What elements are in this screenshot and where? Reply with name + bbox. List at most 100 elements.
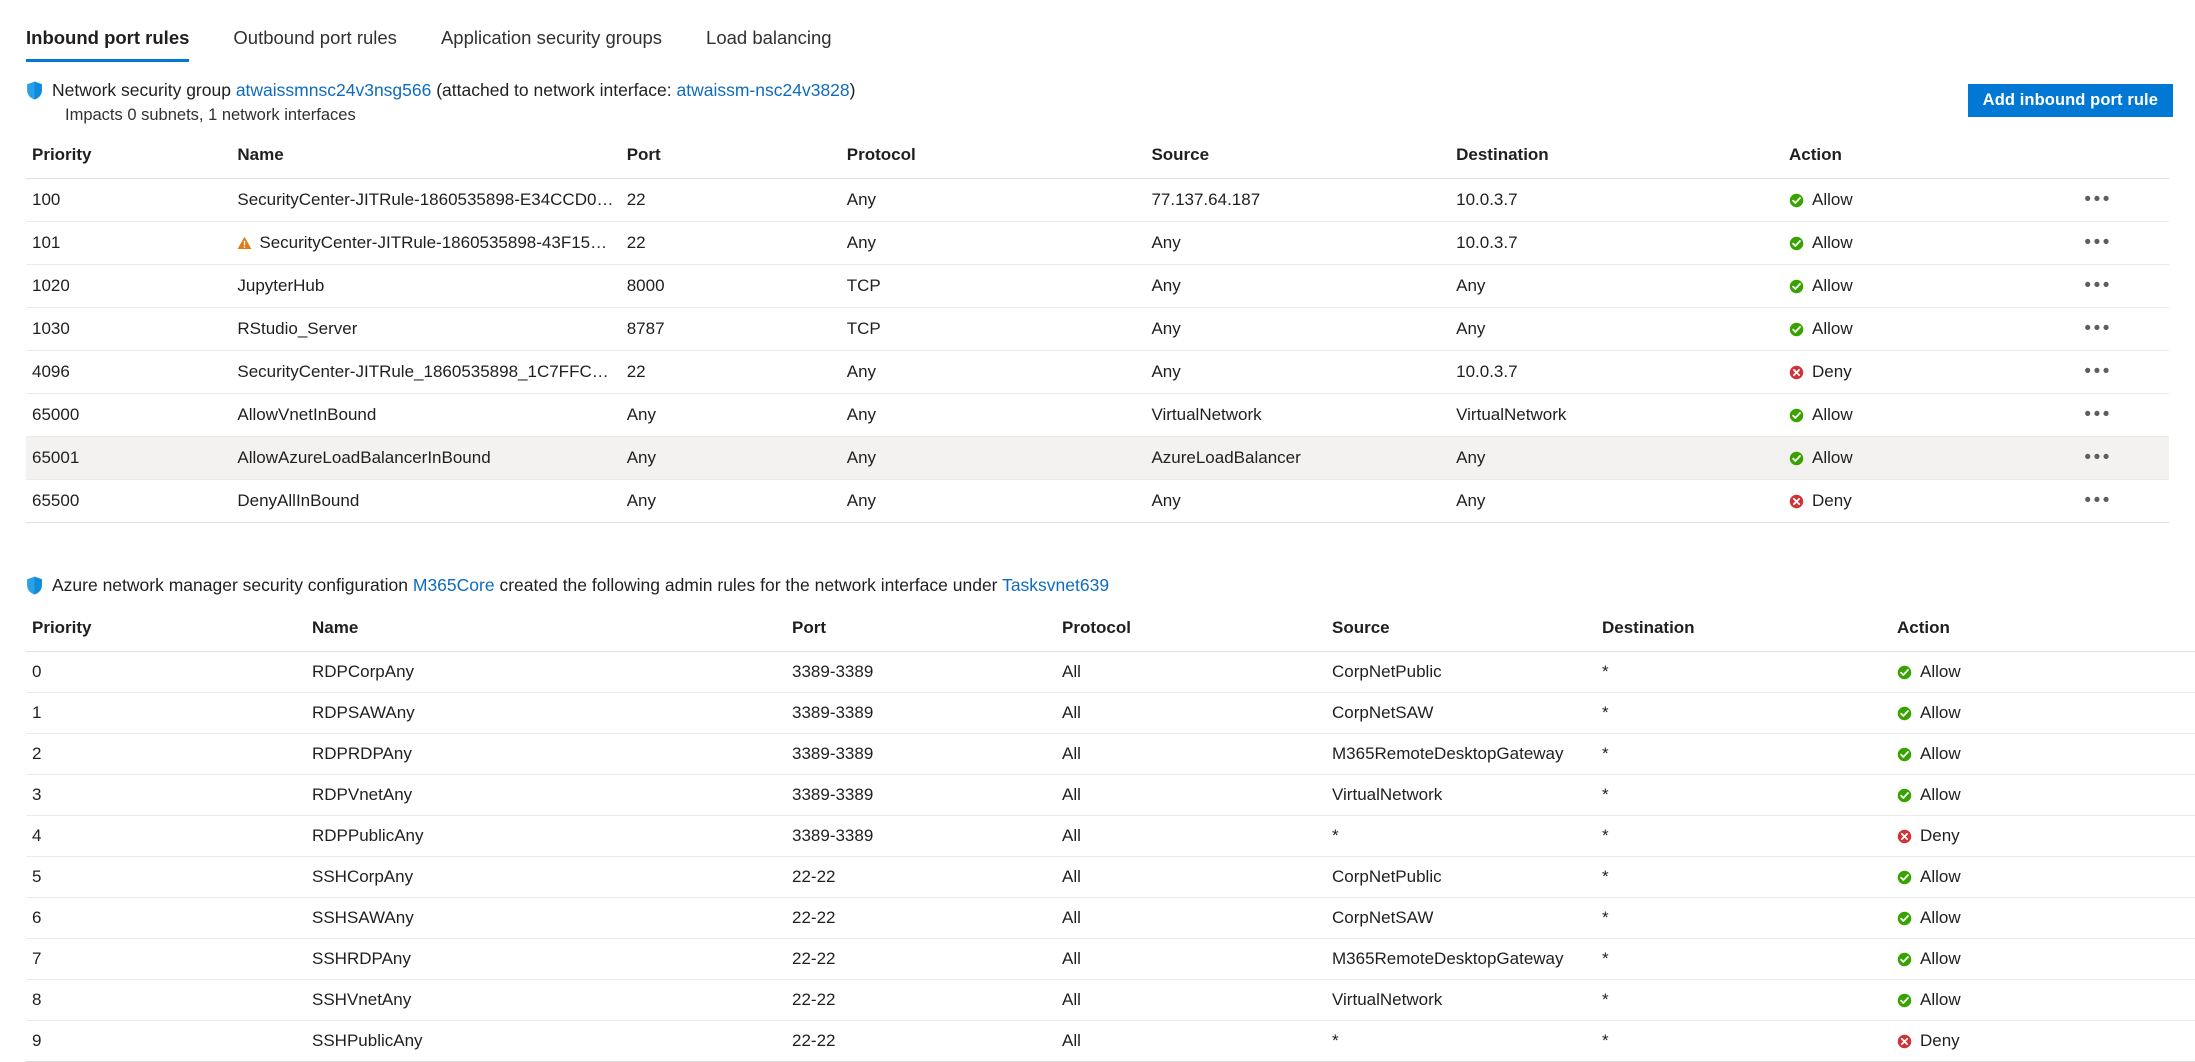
more-options-icon[interactable]: ••• bbox=[2082, 404, 2113, 426]
cell-destination: 10.0.3.7 bbox=[1450, 221, 1784, 265]
cell-source: CorpNetPublic bbox=[1326, 856, 1596, 898]
action-status: Allow bbox=[1897, 867, 2195, 887]
table-row[interactable]: 65001 AllowAzureLoadBalancerInBound Any Any… bbox=[26, 436, 2169, 480]
cell-protocol: Any bbox=[840, 479, 1146, 523]
rule-name-wrap: SecurityCenter-JITRule-1860535898-43F153… bbox=[237, 233, 615, 253]
table-row[interactable]: 5 SSHCorpAny 22-22 All CorpNetPublic * Allow bbox=[26, 856, 2195, 898]
column-header-name[interactable]: Name bbox=[231, 135, 621, 179]
deny-icon bbox=[1897, 829, 1912, 844]
cell-priority: 9 bbox=[26, 1020, 306, 1062]
table-row[interactable]: 6 SSHSAWAny 22-22 All CorpNetSAW * Allow bbox=[26, 897, 2195, 939]
cell-name: SSHRDPAny bbox=[306, 938, 786, 980]
cell-protocol: All bbox=[1056, 856, 1326, 898]
security-configuration-link[interactable]: M365Core bbox=[413, 575, 495, 595]
allow-icon bbox=[1897, 993, 1912, 1008]
action-label: Deny bbox=[1812, 491, 1852, 510]
column-header-port[interactable]: Port bbox=[786, 608, 1056, 652]
rule-name-wrap: AllowAzureLoadBalancerInBound bbox=[237, 448, 614, 468]
table-row[interactable]: 2 RDPRDPAny 3389-3389 All M365RemoteDesktopG… bbox=[26, 733, 2195, 775]
column-header-protocol[interactable]: Protocol bbox=[840, 135, 1146, 179]
table-row[interactable]: 4096 SecurityCenter-JITRule_1860535898_1C… bbox=[26, 350, 2169, 394]
rule-name-wrap: JupyterHub bbox=[237, 276, 614, 296]
action-label: Allow bbox=[1812, 233, 1853, 252]
cell-name: SSHCorpAny bbox=[306, 856, 786, 898]
rule-name-label: RStudio_Server bbox=[237, 319, 358, 338]
table-row[interactable]: 3 RDPVnetAny 3389-3389 All VirtualNetwork * Al… bbox=[26, 774, 2195, 816]
more-options-icon[interactable]: ••• bbox=[2082, 275, 2113, 297]
rule-name-label: SecurityCenter-JITRule-1860535898-E34CCD… bbox=[237, 190, 615, 209]
column-header-protocol[interactable]: Protocol bbox=[1056, 608, 1326, 652]
cell-name: JupyterHub bbox=[231, 264, 621, 308]
action-label: Deny bbox=[1920, 1031, 1960, 1050]
table-row[interactable]: 100 SecurityCenter-JITRule-1860535898-E34… bbox=[26, 178, 2169, 222]
cell-priority: 2 bbox=[26, 733, 306, 775]
cell-name: AllowAzureLoadBalancerInBound bbox=[231, 436, 621, 480]
column-header-action[interactable]: Action bbox=[1891, 608, 2195, 652]
tab-label: Outbound port rules bbox=[233, 27, 397, 48]
column-header-source[interactable]: Source bbox=[1326, 608, 1596, 652]
virtual-network-link[interactable]: Tasksvnet639 bbox=[1002, 575, 1109, 595]
cell-name: SSHPublicAny bbox=[306, 1020, 786, 1062]
cell-protocol: Any bbox=[840, 436, 1146, 480]
cell-destination: * bbox=[1596, 815, 1891, 857]
column-header-action[interactable]: Action bbox=[1783, 135, 2077, 179]
cell-protocol: Any bbox=[840, 178, 1146, 222]
cell-action: Allow bbox=[1891, 897, 2195, 939]
cell-protocol: Any bbox=[840, 221, 1146, 265]
table-row[interactable]: 1020 JupyterHub 8000 TCP Any Any Allow ••• bbox=[26, 264, 2169, 308]
cell-source: 77.137.64.187 bbox=[1145, 178, 1451, 222]
cell-priority: 65001 bbox=[26, 436, 232, 480]
cell-source: Any bbox=[1145, 221, 1451, 265]
more-options-icon[interactable]: ••• bbox=[2082, 361, 2113, 383]
table-row[interactable]: 9 SSHPublicAny 22-22 All * * Deny bbox=[26, 1020, 2195, 1062]
nsg-impact-text: Impacts 0 subnets, 1 network interfaces bbox=[65, 106, 356, 124]
shield-icon bbox=[26, 81, 43, 105]
action-label: Allow bbox=[1920, 990, 1961, 1009]
admin-header-text: Azure network manager security configura… bbox=[52, 574, 1109, 597]
cell-port: 22 bbox=[620, 178, 841, 222]
table-row[interactable]: 65500 DenyAllInBound Any Any Any Any Deny ••• bbox=[26, 479, 2169, 523]
more-options-icon[interactable]: ••• bbox=[2082, 318, 2113, 340]
column-header-destination[interactable]: Destination bbox=[1596, 608, 1891, 652]
column-header-destination[interactable]: Destination bbox=[1450, 135, 1784, 179]
cell-source: CorpNetSAW bbox=[1326, 897, 1596, 939]
nsg-name-link[interactable]: atwaissmnsc24v3nsg566 bbox=[236, 80, 432, 100]
cell-port: 3389-3389 bbox=[786, 651, 1056, 693]
cell-protocol: All bbox=[1056, 979, 1326, 1021]
tab-application-security-groups[interactable]: Application security groups bbox=[419, 27, 684, 62]
action-status: Allow bbox=[1789, 448, 2070, 468]
table-row[interactable]: 101 SecurityCenter-JITRule-1860535898-43F… bbox=[26, 221, 2169, 265]
cell-action: Deny bbox=[1891, 1020, 2195, 1062]
table-row[interactable]: 65000 AllowVnetInBound Any Any VirtualNetwor… bbox=[26, 393, 2169, 437]
allow-icon bbox=[1789, 322, 1804, 337]
more-options-icon[interactable]: ••• bbox=[2082, 447, 2113, 469]
more-options-icon[interactable]: ••• bbox=[2082, 232, 2113, 254]
cell-destination: Any bbox=[1450, 436, 1784, 480]
tab-load-balancing[interactable]: Load balancing bbox=[684, 27, 854, 62]
cell-name: DenyAllInBound bbox=[231, 479, 621, 523]
rule-name-wrap: SecurityCenter-JITRule_1860535898_1C7FFC… bbox=[237, 362, 614, 382]
table-row[interactable]: 0 RDPCorpAny 3389-3389 All CorpNetPublic * All… bbox=[26, 651, 2195, 693]
table-row[interactable]: 8 SSHVnetAny 22-22 All VirtualNetwork * Allow bbox=[26, 979, 2195, 1021]
column-header-priority[interactable]: Priority bbox=[26, 608, 306, 652]
table-row[interactable]: 1 RDPSAWAny 3389-3389 All CorpNetSAW * Allow bbox=[26, 692, 2195, 734]
table-row[interactable]: 1030 RStudio_Server 8787 TCP Any Any Allow ••• bbox=[26, 307, 2169, 351]
tab-inbound-port-rules[interactable]: Inbound port rules bbox=[26, 27, 211, 62]
admin-table-body: 0 RDPCorpAny 3389-3389 All CorpNetPublic * All… bbox=[26, 651, 2195, 1062]
column-header-name[interactable]: Name bbox=[306, 608, 786, 652]
cell-action: Allow bbox=[1891, 856, 2195, 898]
more-options-icon[interactable]: ••• bbox=[2082, 490, 2113, 512]
more-options-icon[interactable]: ••• bbox=[2082, 189, 2113, 211]
column-header-priority[interactable]: Priority bbox=[26, 135, 232, 179]
cell-port: 8000 bbox=[620, 264, 841, 308]
column-header-port[interactable]: Port bbox=[620, 135, 841, 179]
add-inbound-port-rule-button[interactable]: Add inbound port rule bbox=[1967, 84, 2173, 117]
action-status: Allow bbox=[1789, 405, 2070, 425]
cell-priority: 1 bbox=[26, 692, 306, 734]
table-row[interactable]: 7 SSHRDPAny 22-22 All M365RemoteDesktopGatew… bbox=[26, 938, 2195, 980]
table-row[interactable]: 4 RDPPublicAny 3389-3389 All * * Deny bbox=[26, 815, 2195, 857]
admin-header-row: Priority Name Port Protocol Source Destinatio… bbox=[26, 608, 2195, 652]
network-interface-link[interactable]: atwaissm-nsc24v3828 bbox=[677, 80, 850, 100]
column-header-source[interactable]: Source bbox=[1145, 135, 1451, 179]
tab-outbound-port-rules[interactable]: Outbound port rules bbox=[211, 27, 419, 62]
